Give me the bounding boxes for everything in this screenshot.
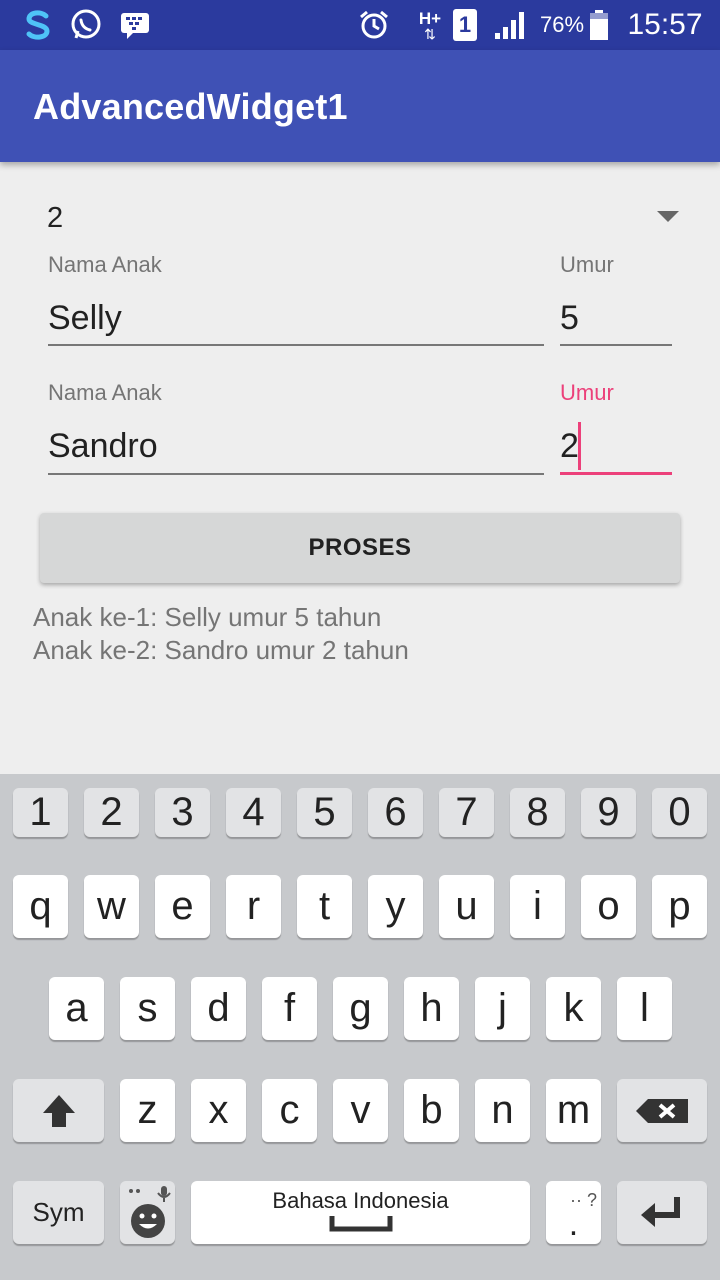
key-k[interactable]: k xyxy=(546,977,601,1040)
child-name-label: Nama Anak xyxy=(48,252,162,277)
key-s[interactable]: s xyxy=(120,977,175,1040)
result-line: Anak ke-1: Selly umur 5 tahun xyxy=(33,602,382,632)
sim-number: 1 xyxy=(453,9,477,41)
key-4[interactable]: 4 xyxy=(226,788,281,837)
key-f[interactable]: f xyxy=(262,977,317,1040)
backspace-icon xyxy=(636,1098,688,1123)
child-name-input[interactable]: Sandro xyxy=(48,427,158,466)
key-b[interactable]: b xyxy=(404,1079,459,1142)
network-type-icon: H+ ⇅ xyxy=(414,8,446,42)
key-e[interactable]: e xyxy=(155,875,210,938)
key-3[interactable]: 3 xyxy=(155,788,210,837)
key-j[interactable]: j xyxy=(475,977,530,1040)
key-q[interactable]: q xyxy=(13,875,68,938)
clock: 15:57 xyxy=(627,8,703,41)
emoji-voice-key[interactable] xyxy=(120,1181,175,1244)
key-8[interactable]: 8 xyxy=(510,788,565,837)
space-language-label: Bahasa Indonesia xyxy=(272,1187,449,1213)
soft-keyboard: 1 2 3 4 5 6 7 8 9 0 q w e r t y u i o p … xyxy=(0,774,720,1280)
main-content: 2 Nama Anak Selly Umur 5 Nama Anak Sandr… xyxy=(0,162,720,774)
key-c[interactable]: c xyxy=(262,1079,317,1142)
child-count-spinner[interactable]: 2 xyxy=(30,188,690,244)
key-d[interactable]: d xyxy=(191,977,246,1040)
child-name-label: Nama Anak xyxy=(48,380,162,405)
signal-icon xyxy=(492,8,528,42)
key-9[interactable]: 9 xyxy=(581,788,636,837)
enter-icon xyxy=(641,1196,680,1227)
key-6[interactable]: 6 xyxy=(368,788,423,837)
key-a[interactable]: a xyxy=(49,977,104,1040)
alarm-icon xyxy=(356,8,392,42)
key-0[interactable]: 0 xyxy=(652,788,707,837)
backspace-key[interactable] xyxy=(617,1079,707,1142)
sim-icon: 1 xyxy=(452,8,478,42)
key-t[interactable]: t xyxy=(297,875,352,938)
space-bar-icon xyxy=(329,1215,392,1231)
network-type-label: H+ xyxy=(418,8,442,28)
whatsapp-icon xyxy=(68,8,104,42)
key-x[interactable]: x xyxy=(191,1079,246,1142)
key-2[interactable]: 2 xyxy=(84,788,139,837)
key-5[interactable]: 5 xyxy=(297,788,352,837)
app-title: AdvancedWidget1 xyxy=(33,86,348,127)
key-o[interactable]: o xyxy=(581,875,636,938)
key-g[interactable]: g xyxy=(333,977,388,1040)
app-bar: AdvancedWidget1 xyxy=(0,50,720,162)
bbm-icon xyxy=(118,8,152,42)
battery-icon xyxy=(588,8,610,42)
age-input[interactable]: 5 xyxy=(560,299,579,338)
shift-arrow-icon xyxy=(42,1094,75,1127)
key-1[interactable]: 1 xyxy=(13,788,68,837)
punctuation-key[interactable]: ·· ? . xyxy=(546,1181,601,1244)
status-bar: H+ ⇅ 1 76% 15:57 xyxy=(0,0,720,50)
emoji-icon xyxy=(128,1185,171,1238)
key-r[interactable]: r xyxy=(226,875,281,938)
key-m[interactable]: m xyxy=(546,1079,601,1142)
result-line: Anak ke-2: Sandro umur 2 tahun xyxy=(33,635,409,665)
key-y[interactable]: y xyxy=(368,875,423,938)
age-label-focused: Umur xyxy=(560,380,614,405)
child-name-input[interactable]: Selly xyxy=(48,299,122,338)
age-underline-focused xyxy=(560,472,672,475)
enter-key[interactable] xyxy=(617,1181,707,1244)
battery-percent: 76% xyxy=(539,12,585,37)
key-v[interactable]: v xyxy=(333,1079,388,1142)
s-app-icon xyxy=(18,8,58,42)
key-z[interactable]: z xyxy=(120,1079,175,1142)
dropdown-arrow-icon xyxy=(657,211,679,222)
child-name-underline xyxy=(48,473,544,475)
space-key[interactable]: Bahasa Indonesia xyxy=(191,1181,530,1244)
age-label: Umur xyxy=(560,252,614,277)
key-7[interactable]: 7 xyxy=(439,788,494,837)
key-u[interactable]: u xyxy=(439,875,494,938)
sym-key[interactable]: Sym xyxy=(13,1181,104,1244)
text-cursor xyxy=(578,422,581,470)
key-p[interactable]: p xyxy=(652,875,707,938)
spinner-selected-value: 2 xyxy=(47,202,64,234)
proses-button[interactable]: PROSES xyxy=(40,513,680,583)
data-arrows-icon: ⇅ xyxy=(424,25,436,42)
age-underline xyxy=(560,344,672,346)
key-i[interactable]: i xyxy=(510,875,565,938)
key-l[interactable]: l xyxy=(617,977,672,1040)
shift-key[interactable] xyxy=(13,1079,104,1142)
key-h[interactable]: h xyxy=(404,977,459,1040)
age-input-focused[interactable]: 2 xyxy=(560,427,579,466)
child-name-underline xyxy=(48,344,544,346)
period-label: . xyxy=(568,1204,579,1243)
key-w[interactable]: w xyxy=(84,875,139,938)
key-n[interactable]: n xyxy=(475,1079,530,1142)
